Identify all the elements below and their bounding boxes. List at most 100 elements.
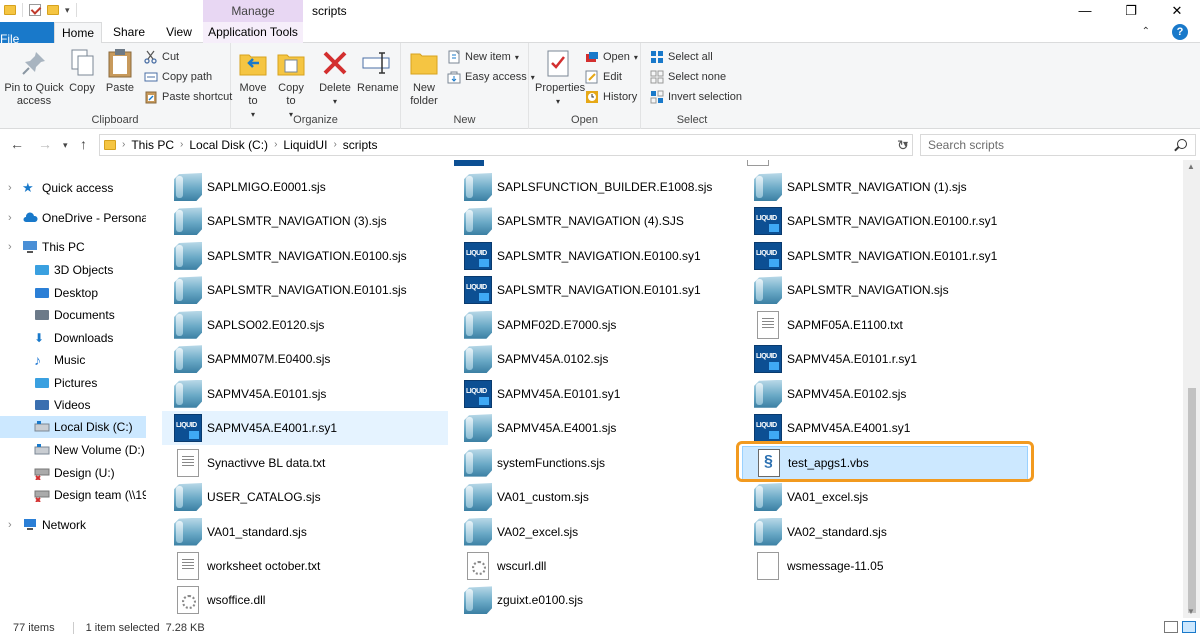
- rename-button[interactable]: Rename: [357, 47, 399, 95]
- scroll-up-icon[interactable]: ▲: [1187, 162, 1195, 171]
- collapse-ribbon-icon[interactable]: ⌃: [1142, 26, 1150, 37]
- breadcrumb-liquidui[interactable]: LiquidUI: [283, 135, 327, 155]
- file-item[interactable]: SAPLSMTR_NAVIGATION.E0100.r.sy1: [742, 204, 1028, 238]
- search-icon[interactable]: [1177, 139, 1187, 149]
- nav-item[interactable]: Local Disk (C:): [0, 416, 146, 438]
- file-item[interactable]: SAPMV45A.E0102.sjs: [742, 377, 1028, 411]
- tab-view[interactable]: View: [156, 22, 202, 43]
- tab-home[interactable]: Home: [54, 22, 102, 44]
- nav-item[interactable]: Design team (\\192: [0, 484, 146, 506]
- nav-item[interactable]: › ★ Quick access: [0, 177, 146, 199]
- details-view-icon[interactable]: [1164, 621, 1178, 633]
- refresh-icon[interactable]: ↻: [897, 137, 909, 154]
- delete-button[interactable]: Delete ▾: [319, 47, 351, 108]
- new-folder-icon[interactable]: [47, 5, 59, 15]
- breadcrumb-this-pc[interactable]: This PC: [131, 135, 174, 155]
- file-item[interactable]: zguixt.e0100.sjs: [452, 583, 738, 617]
- paste-button[interactable]: Paste: [104, 47, 136, 95]
- file-item[interactable]: SAPLSMTR_NAVIGATION.E0101.r.sy1: [742, 239, 1028, 273]
- easy-access-button[interactable]: Easy access ▾: [447, 70, 535, 84]
- open-button[interactable]: Open ▾: [585, 50, 638, 64]
- invert-selection-button[interactable]: Invert selection: [650, 90, 742, 104]
- nav-item[interactable]: ⬇ Downloads: [0, 327, 146, 349]
- manage-context-tab[interactable]: Manage: [203, 0, 303, 22]
- file-item[interactable]: VA02_standard.sjs: [742, 515, 1028, 549]
- file-item[interactable]: SAPLSMTR_NAVIGATION (1).sjs: [742, 170, 1028, 204]
- file-item[interactable]: SAPLSMTR_NAVIGATION (4).SJS: [452, 204, 738, 238]
- properties-check-icon[interactable]: [29, 4, 41, 16]
- file-item[interactable]: Synactivve BL data.txt: [162, 446, 448, 480]
- file-item[interactable]: SAPLSMTR_NAVIGATION (3).sjs: [162, 204, 448, 238]
- large-icons-view-icon[interactable]: [1182, 621, 1196, 633]
- nav-item[interactable]: Design (U:): [0, 462, 146, 484]
- file-item[interactable]: SAPMV45A.E0101.sjs: [162, 377, 448, 411]
- file-item[interactable]: SAPLMIGO.E0001.sjs: [162, 170, 448, 204]
- history-button[interactable]: History: [585, 90, 637, 104]
- select-none-button[interactable]: Select none: [650, 70, 726, 84]
- select-all-button[interactable]: Select all: [650, 50, 713, 64]
- help-icon[interactable]: ?: [1172, 24, 1188, 40]
- address-bar[interactable]: › This PC › Local Disk (C:) › LiquidUI ›…: [99, 134, 913, 156]
- new-folder-button[interactable]: New folder: [407, 47, 441, 108]
- scroll-down-icon[interactable]: ▼: [1187, 607, 1195, 616]
- scrollbar-thumb[interactable]: [1188, 388, 1196, 613]
- file-item[interactable]: SAPMV45A.E4001.sjs: [452, 411, 738, 445]
- file-item[interactable]: USER_CATALOG.sjs: [162, 480, 448, 514]
- file-item[interactable]: SAPLSMTR_NAVIGATION.sjs: [742, 273, 1028, 307]
- vertical-scrollbar[interactable]: ▲ ▼: [1183, 160, 1200, 618]
- file-item[interactable]: wsmessage-11.05: [742, 549, 1028, 583]
- breadcrumb-separator-icon[interactable]: ›: [274, 135, 277, 155]
- file-item[interactable]: SAPLSFUNCTION_BUILDER.E1008.sjs: [452, 170, 738, 204]
- file-item[interactable]: SAPMF02D.E7000.sjs: [452, 308, 738, 342]
- file-item[interactable]: SAPLSMTR_NAVIGATION.E0100.sjs: [162, 239, 448, 273]
- file-item[interactable]: SAPMF05A.E1100.txt: [742, 308, 1028, 342]
- cut-button[interactable]: Cut: [144, 50, 179, 64]
- tab-application-tools[interactable]: Application Tools: [203, 22, 303, 43]
- minimize-button[interactable]: —: [1062, 0, 1108, 22]
- file-item[interactable]: SAPLSMTR_NAVIGATION.E0100.sy1: [452, 239, 738, 273]
- file-item[interactable]: wscurl.dll: [452, 549, 738, 583]
- paste-shortcut-button[interactable]: Paste shortcut: [144, 90, 232, 104]
- breadcrumb-separator-icon[interactable]: ›: [180, 135, 183, 155]
- nav-item[interactable]: Documents: [0, 304, 146, 326]
- file-item[interactable]: wsoffice.dll: [162, 583, 448, 617]
- file-item[interactable]: VA01_excel.sjs: [742, 480, 1028, 514]
- expand-chevron-icon[interactable]: ›: [8, 519, 12, 531]
- file-item[interactable]: SAPLSMTR_NAVIGATION.E0101.sy1: [452, 273, 738, 307]
- nav-item[interactable]: New Volume (D:): [0, 439, 146, 461]
- copy-path-button[interactable]: Copy path: [144, 70, 212, 84]
- expand-chevron-icon[interactable]: ›: [8, 212, 12, 224]
- file-item[interactable]: SAPMV45A.0102.sjs: [452, 342, 738, 376]
- file-item[interactable]: SAPLSMTR_NAVIGATION.E0101.sjs: [162, 273, 448, 307]
- file-item[interactable]: SAPMV45A.E0101.r.sy1: [742, 342, 1028, 376]
- file-item[interactable]: SAPMM07M.E0400.sjs: [162, 342, 448, 376]
- maximize-button[interactable]: ❐: [1108, 0, 1154, 22]
- customize-toolbar-chevron-icon[interactable]: ▾: [65, 5, 70, 16]
- close-button[interactable]: ✕: [1154, 0, 1200, 22]
- breadcrumb-local-disk[interactable]: Local Disk (C:): [189, 135, 268, 155]
- nav-item[interactable]: Pictures: [0, 372, 146, 394]
- nav-item[interactable]: ♪ Music: [0, 349, 146, 371]
- copy-button[interactable]: Copy: [66, 47, 98, 95]
- nav-item[interactable]: › OneDrive - Personal: [0, 207, 146, 229]
- expand-chevron-icon[interactable]: ›: [8, 182, 12, 194]
- file-item[interactable]: VA01_standard.sjs: [162, 515, 448, 549]
- expand-chevron-icon[interactable]: ›: [8, 241, 12, 253]
- nav-item[interactable]: › Network: [0, 514, 146, 536]
- breadcrumb-separator-icon[interactable]: ›: [122, 135, 125, 155]
- search-box[interactable]: Search scripts: [920, 134, 1196, 156]
- file-item[interactable]: SAPMV45A.E4001.r.sy1: [162, 411, 448, 446]
- edit-button[interactable]: Edit: [585, 70, 622, 84]
- back-arrow-icon[interactable]: ←: [10, 136, 24, 152]
- nav-item[interactable]: › This PC: [0, 236, 146, 258]
- copy-to-button[interactable]: Copy to ▾: [275, 47, 307, 121]
- file-item[interactable]: SAPLSO02.E0120.sjs: [162, 308, 448, 342]
- tab-share[interactable]: Share: [106, 22, 152, 43]
- recent-locations-chevron-icon[interactable]: ▾: [63, 140, 68, 151]
- nav-item[interactable]: Desktop: [0, 282, 146, 304]
- move-to-button[interactable]: Move to ▾: [237, 47, 269, 121]
- up-arrow-icon[interactable]: ↑: [80, 136, 87, 152]
- nav-item[interactable]: Videos: [0, 394, 146, 416]
- forward-arrow-icon[interactable]: →: [38, 136, 52, 152]
- file-item[interactable]: SAPMV45A.E0101.sy1: [452, 377, 738, 411]
